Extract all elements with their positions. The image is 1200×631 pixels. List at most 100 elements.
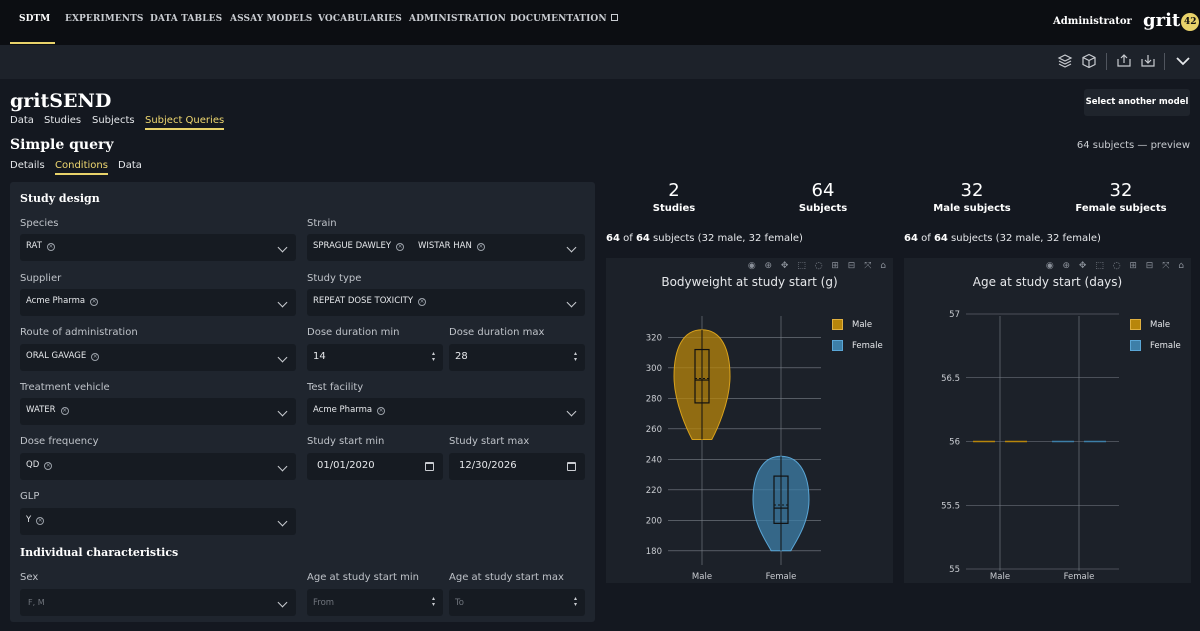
legend-swatch-male[interactable] — [832, 319, 843, 330]
stat-studies-label: Studies — [652, 203, 696, 214]
nav-item-administration[interactable]: ADMINISTRATION — [409, 14, 506, 24]
spinner-icon[interactable]: ▴ ▾ — [572, 596, 579, 608]
remove-chip-icon[interactable]: × — [476, 243, 485, 251]
remove-chip-icon[interactable]: × — [418, 298, 427, 306]
vehicle-select[interactable]: WATER × — [20, 398, 296, 425]
upload-icon[interactable] — [1116, 53, 1132, 69]
legend-label-male[interactable]: Male — [1150, 320, 1170, 330]
legend-swatch-female[interactable] — [832, 340, 843, 351]
chevron-down-icon[interactable] — [277, 461, 288, 472]
remove-chip-icon[interactable]: × — [60, 407, 69, 415]
tab-subject-queries[interactable]: Subject Queries — [145, 115, 225, 130]
glp-select[interactable]: Y × — [20, 508, 296, 535]
nav-item-experiments[interactable]: EXPERIMENTS — [65, 14, 144, 24]
remove-chip-icon[interactable]: × — [396, 243, 405, 251]
start-max-label: Study start max — [449, 436, 530, 447]
supplier-chip[interactable]: Acme Pharma × — [26, 296, 99, 306]
calendar-icon[interactable] — [425, 462, 434, 471]
y-tick-label: 56.5 — [941, 374, 960, 384]
study-type-select[interactable]: REPEAT DOSE TOXICITY × — [307, 289, 585, 316]
legend-label-female[interactable]: Female — [1150, 341, 1181, 351]
calendar-icon[interactable] — [567, 462, 576, 471]
strain-select[interactable]: SPRAGUE DAWLEY × WISTAR HAN × — [307, 234, 585, 261]
sex-select[interactable]: F, M — [20, 589, 296, 616]
facility-chip[interactable]: Acme Pharma × — [313, 405, 386, 415]
chart-modebar[interactable]: ◉ ⊕ ✥ ⬚ ◌ ⊞ ⊟ ⤧ ⌂ — [1046, 261, 1187, 271]
tab-studies[interactable]: Studies — [44, 115, 81, 126]
strain-chip[interactable]: WISTAR HAN × — [418, 241, 485, 251]
layers-icon[interactable] — [1057, 53, 1073, 69]
spinner-icon[interactable]: ▴ ▾ — [430, 351, 437, 363]
frequency-chip[interactable]: QD × — [26, 460, 53, 470]
spinner-icon[interactable]: ▴ ▾ — [430, 596, 437, 608]
tab-data[interactable]: Data — [10, 115, 34, 126]
supplier-label: Supplier — [20, 273, 62, 284]
frequency-select[interactable]: QD × — [20, 453, 296, 480]
x-tick-label: Female — [766, 572, 797, 582]
remove-chip-icon[interactable]: × — [44, 462, 53, 470]
conditions-form: Study design Species RAT × Strain SPRAGUE… — [10, 182, 595, 622]
facility-select[interactable]: Acme Pharma × — [307, 398, 585, 425]
dose-min-input[interactable]: 14 ▴ ▾ — [307, 344, 443, 371]
age-max-input[interactable]: To ▴ ▾ — [449, 589, 585, 616]
chevron-down-icon[interactable] — [566, 406, 577, 417]
stat-female-value: 32 — [1109, 180, 1133, 201]
remove-chip-icon[interactable]: × — [46, 243, 55, 251]
x-tick-label: Male — [990, 572, 1010, 582]
nav-item-vocabularies[interactable]: VOCABULARIES — [318, 14, 402, 24]
user-menu[interactable]: Administrator — [1053, 16, 1132, 27]
y-tick-label: 300 — [646, 364, 662, 374]
frequency-label: Dose frequency — [20, 436, 99, 447]
glp-chip[interactable]: Y × — [26, 515, 45, 525]
nav-item-sdtm[interactable]: SDTM — [19, 14, 50, 24]
tab-query-data[interactable]: Data — [118, 160, 142, 171]
route-select[interactable]: ORAL GAVAGE × — [20, 344, 296, 371]
cube-icon[interactable] — [1081, 53, 1097, 69]
legend-swatch-female[interactable] — [1130, 340, 1141, 351]
chevron-down-icon[interactable] — [277, 297, 288, 308]
chevron-down-icon[interactable] — [566, 242, 577, 253]
legend-label-female[interactable]: Female — [852, 341, 883, 351]
study-type-chip[interactable]: REPEAT DOSE TOXICITY × — [313, 296, 427, 306]
chevron-down-icon[interactable] — [566, 297, 577, 308]
chevron-down-icon[interactable] — [277, 406, 288, 417]
spinner-icon[interactable]: ▴ ▾ — [572, 351, 579, 363]
chevron-down-icon[interactable] — [277, 516, 288, 527]
nav-item-data-tables[interactable]: DATA TABLES — [150, 14, 222, 24]
strain-chip[interactable]: SPRAGUE DAWLEY × — [313, 241, 405, 251]
app-logo[interactable]: grit 42 — [1143, 10, 1200, 33]
remove-chip-icon[interactable]: × — [377, 407, 386, 415]
dose-max-input[interactable]: 28 ▴ ▾ — [449, 344, 585, 371]
start-max-input[interactable]: 12/30/2026 — [449, 453, 585, 480]
age-min-input[interactable]: From ▴ ▾ — [307, 589, 443, 616]
chevron-down-icon[interactable] — [277, 242, 288, 253]
chart-modebar[interactable]: ◉ ⊕ ✥ ⬚ ◌ ⊞ ⊟ ⤧ ⌂ — [748, 261, 889, 271]
legend-swatch-male[interactable] — [1130, 319, 1141, 330]
remove-chip-icon[interactable]: × — [91, 353, 100, 361]
tab-subjects[interactable]: Subjects — [92, 115, 135, 126]
chevron-down-icon[interactable] — [1175, 53, 1191, 69]
stat-studies-value: 2 — [668, 180, 680, 201]
toolbar-separator — [1164, 53, 1165, 70]
tab-details[interactable]: Details — [10, 160, 45, 171]
nav-item-assay-models[interactable]: ASSAY MODELS — [230, 14, 312, 24]
route-chip[interactable]: ORAL GAVAGE × — [26, 351, 100, 361]
remove-chip-icon[interactable]: × — [90, 298, 99, 306]
supplier-select[interactable]: Acme Pharma × — [20, 289, 296, 316]
legend-label-male[interactable]: Male — [852, 320, 872, 330]
download-icon[interactable] — [1140, 53, 1156, 69]
select-model-button[interactable]: Select another model — [1084, 89, 1190, 116]
chart-title: Bodyweight at study start (g) — [661, 275, 838, 289]
app-title: gritSEND — [10, 90, 112, 112]
species-chip[interactable]: RAT × — [26, 241, 55, 251]
species-select[interactable]: RAT × — [20, 234, 296, 261]
tab-conditions[interactable]: Conditions — [55, 160, 108, 175]
remove-chip-icon[interactable]: × — [36, 517, 45, 525]
chevron-down-icon[interactable] — [277, 597, 288, 608]
chevron-down-icon[interactable] — [277, 352, 288, 363]
vehicle-chip[interactable]: WATER × — [26, 405, 69, 415]
nav-item-documentation-label: DOCUMENTATION — [510, 14, 607, 24]
nav-item-documentation[interactable]: DOCUMENTATION — [510, 14, 618, 24]
age-svg: 55 55.5 56 56.5 57 Male Female — [941, 310, 1119, 582]
start-min-input[interactable]: 01/01/2020 — [307, 453, 443, 480]
